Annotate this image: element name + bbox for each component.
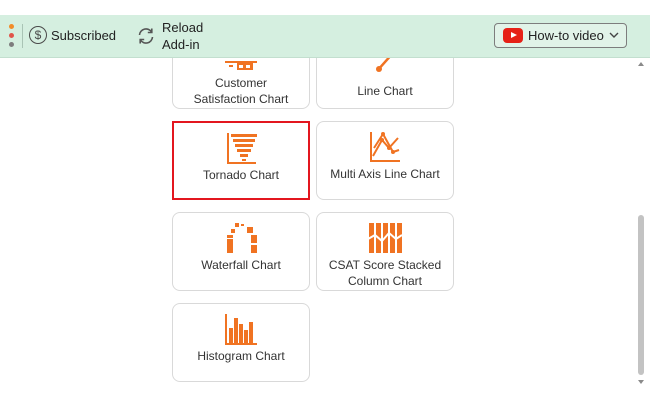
card-tornado-chart[interactable]: Tornado Chart — [172, 121, 310, 200]
card-waterfall-chart[interactable]: Waterfall Chart — [172, 212, 310, 291]
howto-video-dropdown[interactable]: How-to video — [494, 23, 627, 48]
card-label-line1: Customer — [214, 76, 267, 90]
card-label: Customer Satisfaction Chart — [173, 75, 309, 107]
scroll-up-arrow-icon[interactable] — [637, 60, 645, 68]
window-bottom-edge — [0, 402, 650, 418]
card-label: Histogram Chart — [173, 348, 309, 364]
card-label: CSAT Score Stacked Column Chart — [317, 257, 453, 289]
card-label-line1: Line Chart — [357, 84, 413, 98]
chevron-down-icon — [609, 32, 619, 38]
howto-video-label: How-to video — [528, 28, 604, 43]
histogram-chart-icon — [225, 314, 257, 345]
tornado-chart-icon — [227, 133, 257, 164]
multi-axis-line-chart-icon — [370, 132, 400, 162]
card-label-line1: Waterfall Chart — [201, 258, 281, 272]
card-label: Waterfall Chart — [173, 257, 309, 273]
card-label-line2: Column Chart — [347, 274, 423, 288]
waterfall-chart-icon — [227, 223, 257, 253]
card-label: Multi Axis Line Chart — [317, 166, 453, 182]
dots-vertical-icon[interactable] — [9, 24, 15, 48]
chart-gallery: Customer Satisfaction Chart Line Chart T… — [0, 58, 650, 403]
window-top-edge — [0, 0, 650, 15]
card-label: Line Chart — [317, 83, 453, 99]
card-customer-satisfaction-chart[interactable]: Customer Satisfaction Chart — [172, 58, 310, 109]
reload-label: Reload Add-in — [162, 19, 203, 53]
card-label: Tornado Chart — [174, 167, 308, 183]
csat-stacked-column-chart-icon — [367, 223, 403, 253]
scroll-thumb[interactable] — [638, 215, 644, 375]
toolbar: $ Subscribed Reload Add-in How-to video — [0, 15, 650, 58]
customer-satisfaction-chart-icon — [225, 61, 257, 70]
card-label-line1: CSAT Score Stacked — [328, 258, 442, 272]
reload-label-line2: Add-in — [162, 37, 200, 52]
card-line-chart[interactable]: Line Chart — [316, 58, 454, 109]
card-csat-stacked-column-chart[interactable]: CSAT Score Stacked Column Chart — [316, 212, 454, 291]
card-label-line2: Satisfaction Chart — [193, 92, 289, 106]
scroll-down-arrow-icon[interactable] — [637, 378, 645, 386]
toolbar-divider — [22, 24, 23, 48]
dollar-circle-icon: $ — [29, 26, 47, 44]
vertical-scrollbar[interactable] — [636, 58, 646, 388]
card-multi-axis-line-chart[interactable]: Multi Axis Line Chart — [316, 121, 454, 200]
youtube-icon — [503, 28, 523, 43]
line-chart-icon — [376, 58, 391, 72]
card-label-line1: Tornado Chart — [202, 168, 280, 182]
reload-label-line1: Reload — [162, 20, 204, 35]
reload-icon — [138, 28, 154, 44]
subscribed-label: Subscribed — [51, 28, 117, 43]
card-label-line1: Histogram Chart — [197, 349, 285, 363]
card-label-line1: Multi Axis Line Chart — [330, 167, 440, 181]
card-histogram-chart[interactable]: Histogram Chart — [172, 303, 310, 382]
